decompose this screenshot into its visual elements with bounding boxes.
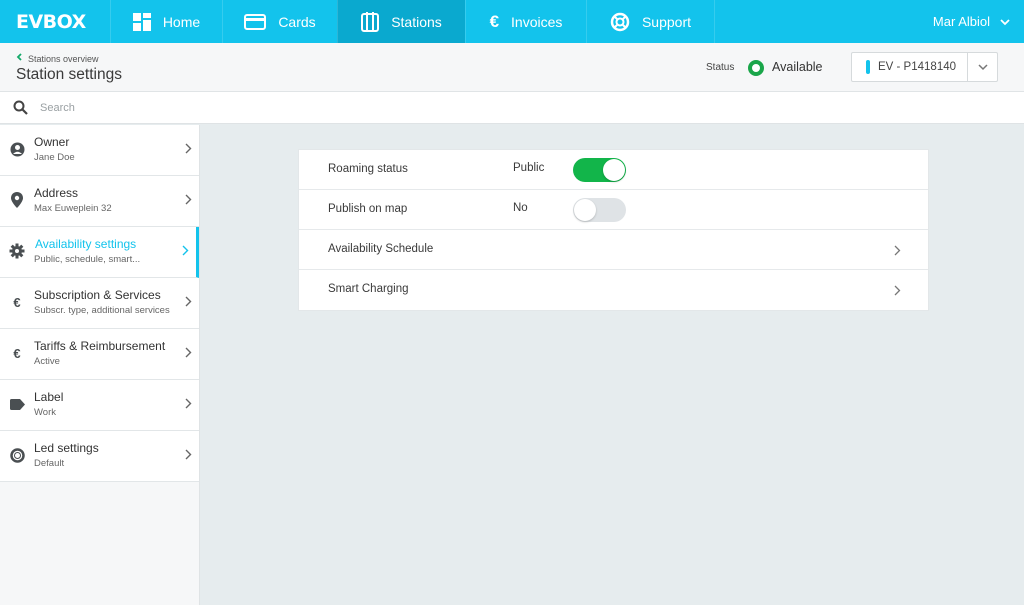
chevron-left-icon	[16, 53, 22, 64]
lifebuoy-icon	[610, 12, 630, 32]
sidebar-item-subtitle: Jane Doe	[34, 152, 75, 163]
led-icon	[9, 447, 25, 463]
sidebar-item-title: Subscription & Services	[34, 288, 161, 302]
nav-home[interactable]: Home	[110, 0, 222, 43]
chevron-right-icon	[894, 243, 901, 261]
chevron-right-icon	[182, 243, 189, 261]
user-menu[interactable]: Mar Albiol	[933, 0, 1010, 43]
chevron-right-icon	[185, 345, 192, 363]
user-name: Mar Albiol	[932, 14, 990, 29]
station-select-value: EV - P1418140	[852, 53, 967, 81]
breadcrumb[interactable]: Stations overview	[16, 53, 99, 64]
smart-charging-label: Smart Charging	[328, 283, 409, 295]
sidebar-item-title: Owner	[34, 135, 70, 149]
chevron-right-icon	[185, 447, 192, 465]
publish-on-map-value: No	[513, 202, 528, 214]
chevron-right-icon	[894, 283, 901, 301]
sidebar-item-subtitle: Default	[34, 458, 65, 469]
sidebar-item-tariffs[interactable]: € Tariffs & Reimbursement Active	[0, 329, 199, 380]
logo[interactable]: EVBOX	[0, 0, 110, 43]
nav-support-label: Support	[641, 13, 692, 30]
sidebar-item-led[interactable]: Led settings Default	[0, 431, 199, 482]
toggle-knob	[603, 159, 625, 181]
chevron-right-icon	[185, 396, 192, 414]
station-color-marker	[866, 60, 870, 74]
chevron-down-icon	[977, 63, 988, 70]
nav-support[interactable]: Support	[586, 0, 715, 43]
station-id: EV - P1418140	[878, 61, 957, 73]
sidebar-item-address[interactable]: Address Max Euweplein 32	[0, 176, 199, 227]
home-icon	[132, 12, 151, 31]
nav-invoices-label: Invoices	[511, 13, 563, 30]
sidebar-item-title: Address	[34, 186, 79, 200]
search-input[interactable]	[40, 101, 340, 114]
sidebar-item-subtitle: Max Euweplein 32	[34, 203, 112, 214]
breadcrumb-label: Stations overview	[28, 53, 99, 64]
euro-icon: €	[489, 11, 500, 31]
sidebar-item-owner[interactable]: Owner Jane Doe	[0, 125, 199, 176]
page-title: Station settings	[16, 66, 122, 83]
sidebar-item-label[interactable]: Label Work	[0, 380, 199, 431]
publish-on-map-row: Publish on map No	[299, 190, 928, 230]
roaming-status-row: Roaming status Public	[299, 150, 928, 190]
status-label: Status	[706, 62, 735, 73]
publish-on-map-label: Publish on map	[328, 203, 408, 215]
nav-invoices[interactable]: € Invoices	[465, 0, 586, 43]
toggle-knob	[574, 199, 596, 221]
roaming-status-value: Public	[513, 162, 545, 174]
roaming-status-toggle[interactable]	[573, 158, 626, 182]
sidebar: Owner Jane Doe Address Max Euweplein 32 …	[0, 125, 200, 605]
euro-icon: €	[13, 345, 21, 361]
availability-settings-card: Roaming status Public Publish on map No …	[299, 150, 928, 310]
station-select[interactable]: EV - P1418140	[851, 52, 998, 82]
nav-cards[interactable]: Cards	[222, 0, 337, 43]
euro-icon: €	[13, 294, 21, 310]
nav-stations[interactable]: Stations	[337, 0, 465, 43]
nav-cards-label: Cards	[278, 13, 316, 30]
page-header: Stations overview Station settings Statu…	[0, 43, 1024, 92]
gear-icon	[9, 243, 25, 259]
search-bar	[0, 92, 1024, 124]
sidebar-item-title: Label	[34, 390, 64, 404]
roaming-status-label: Roaming status	[328, 163, 408, 175]
sidebar-item-subtitle: Active	[34, 356, 60, 367]
status-indicator-icon	[748, 60, 764, 76]
sidebar-item-subscription[interactable]: € Subscription & Services Subscr. type, …	[0, 278, 199, 329]
pin-icon	[9, 192, 25, 208]
sidebar-item-subtitle: Public, schedule, smart...	[34, 254, 141, 265]
status-value: Available	[772, 60, 823, 74]
card-icon	[244, 13, 267, 30]
nav-stations-label: Stations	[391, 13, 442, 30]
availability-schedule-row[interactable]: Availability Schedule	[299, 230, 928, 270]
station-icon	[361, 11, 380, 32]
tag-icon	[9, 396, 25, 412]
search-icon	[0, 100, 40, 115]
chevron-right-icon	[185, 294, 192, 312]
availability-schedule-label: Availability Schedule	[328, 243, 434, 255]
chevron-right-icon	[185, 141, 192, 159]
sidebar-item-title: Led settings	[34, 441, 99, 455]
sidebar-item-title: Availability settings	[35, 237, 137, 251]
user-icon	[9, 141, 25, 157]
top-nav: EVBOX Home Cards Stations € Invoices Sup…	[0, 0, 1024, 43]
chevron-down-icon	[1000, 14, 1010, 29]
smart-charging-row[interactable]: Smart Charging	[299, 270, 928, 310]
chevron-right-icon	[185, 192, 192, 210]
nav-home-label: Home	[162, 13, 201, 30]
sidebar-item-subtitle: Subscr. type, additional services	[34, 305, 170, 316]
sidebar-item-availability[interactable]: Availability settings Public, schedule, …	[0, 227, 199, 278]
publish-on-map-toggle[interactable]	[573, 198, 626, 222]
sidebar-item-subtitle: Work	[34, 407, 56, 418]
sidebar-item-title: Tariffs & Reimbursement	[34, 339, 166, 353]
station-select-toggle[interactable]	[967, 53, 997, 81]
